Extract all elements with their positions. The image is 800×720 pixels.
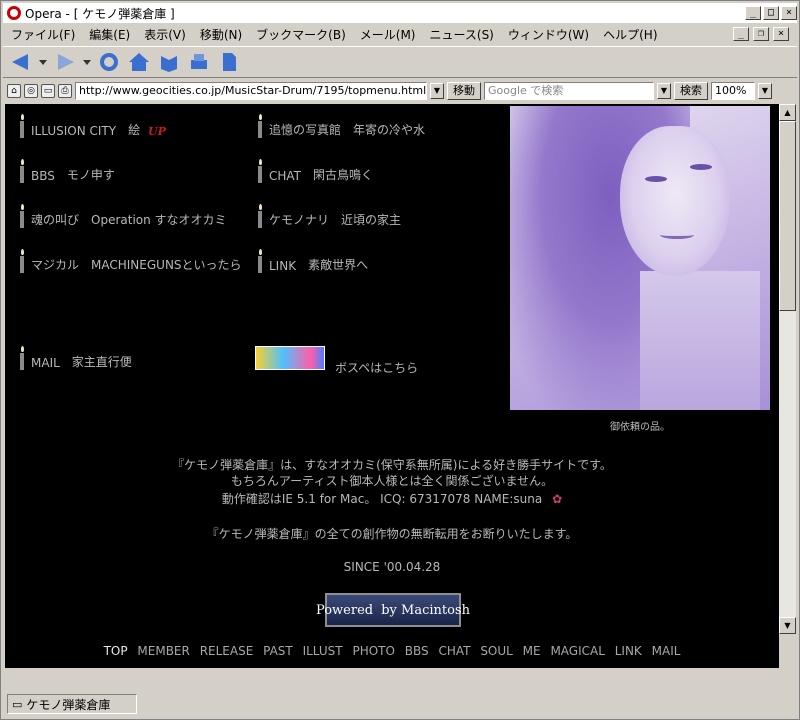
bottom-nav-mail[interactable]: MAIL [652, 644, 681, 658]
nav-magical[interactable]: マジカル MACHINEGUNSといったら [19, 249, 242, 273]
scroll-up-icon[interactable]: ▲ [779, 104, 796, 121]
menu-edit[interactable]: 編集(E) [89, 26, 130, 43]
portrait-illustration [510, 106, 770, 410]
bottom-nav-member[interactable]: MEMBER [137, 644, 189, 658]
bottom-nav-past[interactable]: PAST [263, 644, 293, 658]
bottom-nav-top[interactable]: TOP [104, 644, 128, 658]
flower-icon: ✿ [552, 492, 563, 506]
scroll-down-icon[interactable]: ▼ [779, 617, 796, 634]
nav-illusion-city[interactable]: ILLUSION CITY 絵 UP [19, 114, 168, 138]
page-content: ILLUSION CITY 絵 UP BBS モノ申す 魂の叫び Operati… [5, 104, 779, 668]
title-bar: Opera - [ ケモノ弾薬倉庫 ] _ □ × [3, 3, 797, 23]
nav-bbs[interactable]: BBS モノ申す [19, 159, 115, 183]
menu-window[interactable]: ウィンドウ(W) [508, 26, 589, 43]
browser-window: Opera - [ ケモノ弾薬倉庫 ] _ □ × ファイル(F) 編集(E) … [0, 0, 800, 720]
search-button[interactable]: 検索 [674, 82, 708, 100]
candle-icon [257, 114, 263, 138]
close-button[interactable]: × [781, 6, 797, 20]
copyright-notice: 『ケモノ弾薬倉庫』の全ての創作物の無断転用をお断りいたします。 [206, 527, 578, 541]
bottom-nav-soul[interactable]: SOUL [480, 644, 513, 658]
hotlist-icon[interactable] [157, 50, 181, 74]
page-tab[interactable]: ▭ ケモノ弾薬倉庫 [7, 694, 137, 714]
menu-bar: ファイル(F) 編集(E) 表示(V) 移動(N) ブックマーク(B) メール(… [3, 24, 797, 44]
page-icon: ▭ [12, 697, 23, 711]
page-tab-title: ケモノ弾薬倉庫 [26, 697, 111, 712]
maximize-button[interactable]: □ [763, 6, 779, 20]
menu-file[interactable]: ファイル(F) [11, 26, 75, 43]
bospet-banner[interactable] [255, 346, 325, 370]
menu-mail[interactable]: メール(M) [360, 26, 416, 43]
home-icon[interactable] [127, 50, 151, 74]
candle-icon [19, 249, 25, 273]
bottom-nav-magical[interactable]: MAGICAL [550, 644, 604, 658]
bottom-nav-bbs[interactable]: BBS [405, 644, 429, 658]
nav-mail[interactable]: MAIL 家主直行便 [19, 346, 132, 370]
nav-kemononari[interactable]: ケモノナリ 近頃の家主 [257, 204, 401, 228]
since-date: SINCE '00.04.28 [343, 560, 441, 574]
bottom-nav-release[interactable]: RELEASE [200, 644, 254, 658]
print-icon[interactable] [187, 50, 211, 74]
document-icon[interactable]: ▭ [41, 84, 55, 98]
bottom-navigation: TOP MEMBER RELEASE PAST ILLUST PHOTO BBS… [5, 644, 779, 658]
settings-icon[interactable]: ◎ [24, 84, 38, 98]
bospet-link[interactable]: ボスペはこちら [335, 359, 418, 376]
doc-close-button[interactable]: × [773, 27, 789, 41]
forward-icon[interactable] [53, 50, 77, 74]
bottom-nav-chat[interactable]: CHAT [438, 644, 470, 658]
menu-bookmarks[interactable]: ブックマーク(B) [256, 26, 346, 43]
intro-line-2: もちろんアーティスト御本人様とは全く関係ございません。 [230, 474, 554, 488]
doc-restore-button[interactable]: ❐ [753, 27, 769, 41]
scroll-thumb[interactable] [779, 121, 796, 311]
intro-line-1: 『ケモノ弾薬倉庫』は、すなオオカミ(保守系無所属)による好き勝手サイトです。 [172, 458, 612, 472]
status-bar: ▭ ケモノ弾薬倉庫 [3, 691, 797, 717]
nav-photo[interactable]: 追憶の写真館 年寄の冷や水 [257, 114, 425, 138]
zoom-dropdown-icon[interactable]: ▼ [758, 83, 772, 99]
url-dropdown-icon[interactable]: ▼ [430, 83, 444, 99]
nav-soul[interactable]: 魂の叫び Operation すなオオカミ [19, 204, 227, 228]
bottom-nav-me[interactable]: ME [523, 644, 541, 658]
reload-icon[interactable] [97, 50, 121, 74]
candle-icon [19, 159, 25, 183]
window-title: Opera - [ ケモノ弾薬倉庫 ] [25, 6, 175, 21]
candle-icon [19, 346, 25, 370]
back-icon[interactable] [9, 50, 33, 74]
bottom-nav-illust[interactable]: ILLUST [303, 644, 343, 658]
opera-logo-icon [7, 6, 21, 20]
intro-line-3: 動作確認はIE 5.1 for Mac。 ICQ: 67317078 NAME:… [221, 492, 563, 506]
security-icon[interactable]: ⌂ [7, 84, 21, 98]
candle-icon [257, 249, 263, 273]
url-input[interactable]: http://www.geocities.co.jp/MusicStar-Dru… [75, 82, 427, 100]
printer-icon[interactable]: ⎙ [58, 84, 72, 98]
doc-minimize-button[interactable]: _ [733, 27, 749, 41]
vertical-scrollbar[interactable]: ▲ ▼ [779, 104, 796, 634]
bottom-nav-link[interactable]: LINK [615, 644, 642, 658]
minimize-button[interactable]: _ [745, 6, 761, 20]
up-badge: UP [146, 125, 168, 138]
menu-navigate[interactable]: 移動(N) [200, 26, 242, 43]
nav-chat[interactable]: CHAT 閑古鳥鳴く [257, 159, 373, 183]
powered-by-macintosh-badge[interactable]: Powered by Macintosh [316, 593, 470, 627]
forward-dropdown-icon[interactable] [83, 50, 91, 74]
menu-news[interactable]: ニュース(S) [429, 26, 493, 43]
menu-view[interactable]: 表示(V) [144, 26, 186, 43]
bottom-nav-photo[interactable]: PHOTO [352, 644, 394, 658]
portrait-caption: 御依頼の品。 [610, 422, 670, 433]
search-input[interactable]: Google で検索 [484, 82, 654, 100]
back-dropdown-icon[interactable] [39, 50, 47, 74]
candle-icon [257, 204, 263, 228]
navigation-toolbar [3, 46, 797, 78]
candle-icon [19, 114, 25, 138]
nav-link[interactable]: LINK 素敵世界へ [257, 249, 368, 273]
candle-icon [19, 204, 25, 228]
new-page-icon[interactable] [217, 50, 241, 74]
address-bar: ⌂ ◎ ▭ ⎙ http://www.geocities.co.jp/Music… [3, 80, 797, 102]
search-dropdown-icon[interactable]: ▼ [657, 83, 671, 99]
zoom-select[interactable]: 100% [711, 82, 755, 100]
go-button[interactable]: 移動 [447, 82, 481, 100]
candle-icon [257, 159, 263, 183]
menu-help[interactable]: ヘルプ(H) [603, 26, 657, 43]
